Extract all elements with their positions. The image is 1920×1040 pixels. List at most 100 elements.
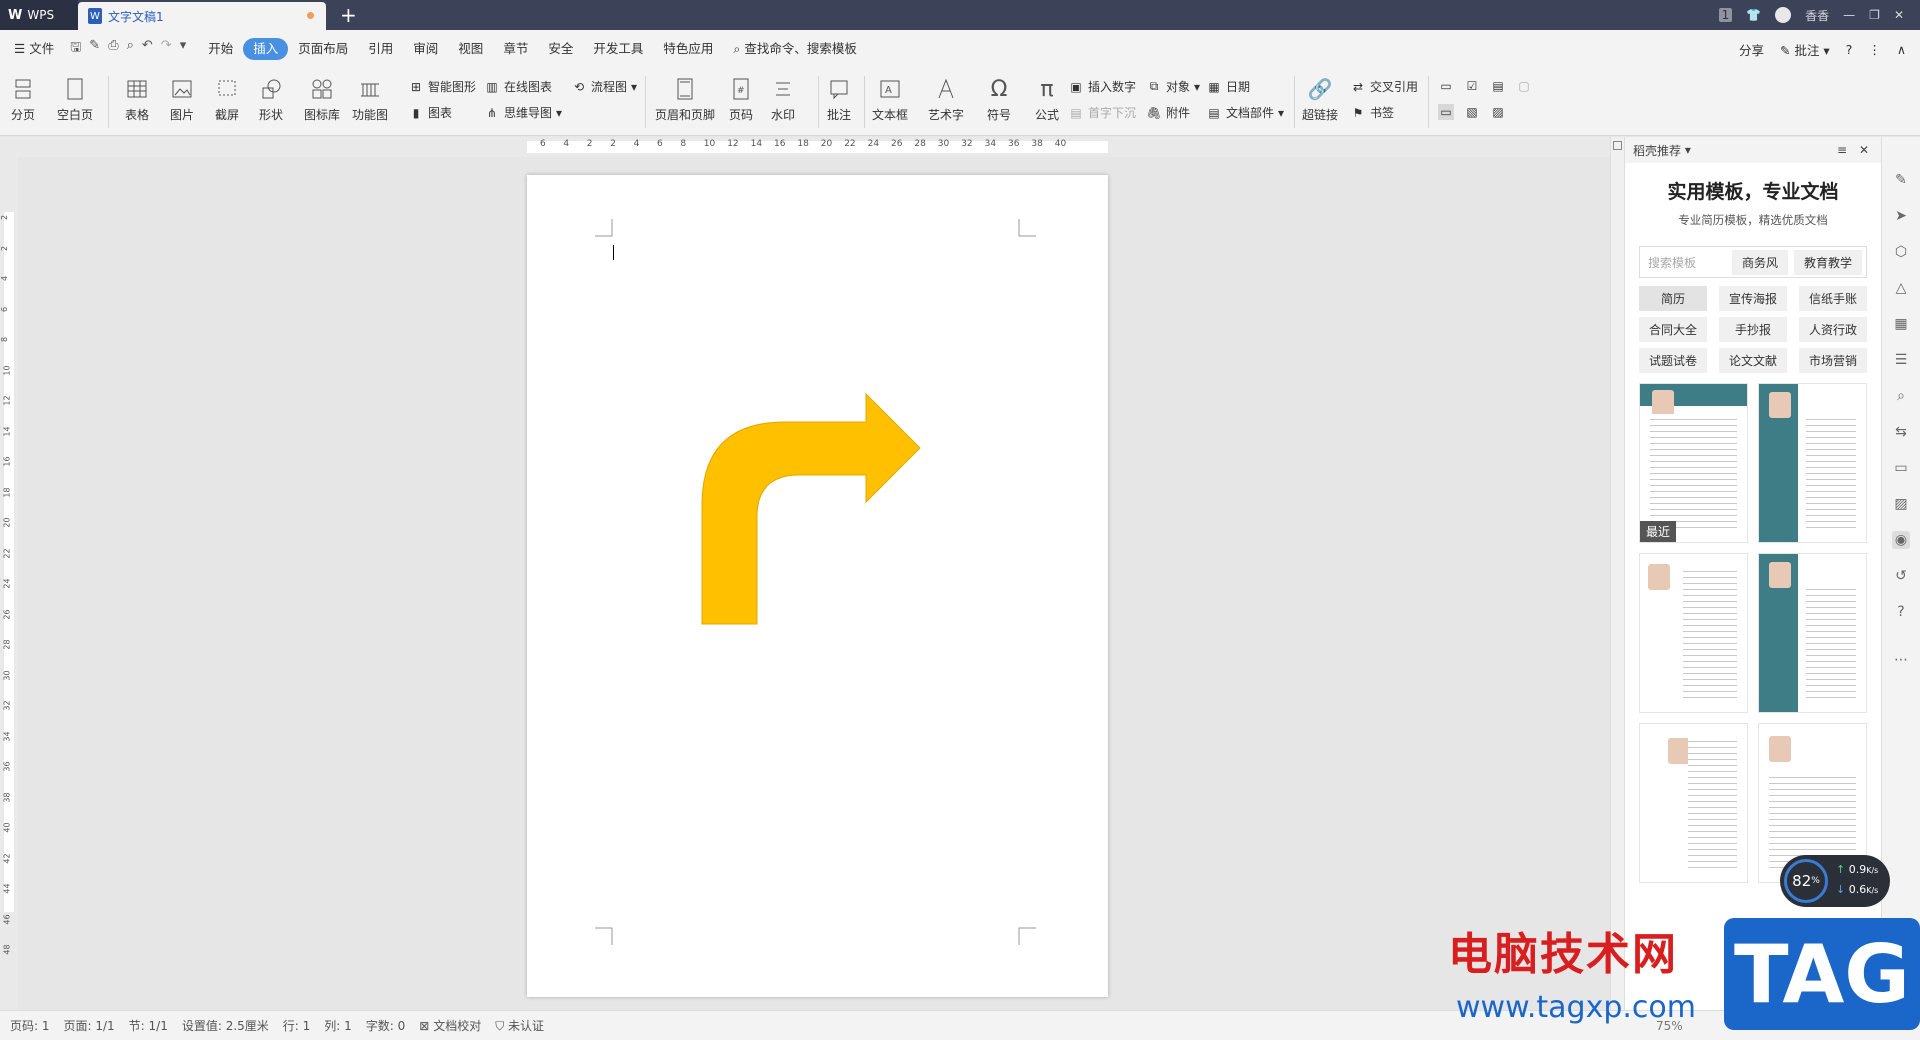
minimize-icon[interactable]: —: [1843, 8, 1855, 22]
picture-button[interactable]: 图片: [169, 76, 195, 123]
layout-d-icon[interactable]: ▭: [1438, 104, 1454, 120]
tab-developer[interactable]: 开发工具: [583, 38, 653, 60]
document-tab[interactable]: W 文字文稿1: [78, 2, 326, 30]
scroll-top-icon[interactable]: [1613, 141, 1622, 150]
flowchart-button[interactable]: ⟲ 流程图 ▾: [571, 78, 637, 95]
share-button[interactable]: 分享: [1739, 40, 1764, 59]
template-thumb[interactable]: [1758, 553, 1867, 713]
chip-letter[interactable]: 信纸手账: [1799, 286, 1867, 311]
template-thumb[interactable]: [1758, 383, 1867, 543]
avatar[interactable]: [1775, 7, 1792, 23]
header-footer-button[interactable]: 页眉和页脚: [655, 76, 715, 123]
pen-icon[interactable]: ✎: [1892, 171, 1910, 189]
page-count-badge[interactable]: 1: [1718, 8, 1733, 22]
textbox-button[interactable]: A 文本框: [872, 76, 908, 123]
function-chart-button[interactable]: 功能图: [352, 76, 388, 123]
skin-icon[interactable]: 👕: [1746, 8, 1761, 22]
format-painter-icon[interactable]: ✎: [89, 38, 100, 60]
print-preview-icon[interactable]: ⌕: [127, 38, 134, 60]
search-tag-business[interactable]: 商务风: [1731, 249, 1788, 275]
template-search-input[interactable]: 搜索模板: [1648, 254, 1726, 271]
network-speed-widget[interactable]: 82% ↑ 0.9K/s ↓ 0.6K/s: [1780, 855, 1890, 907]
hyperlink-button[interactable]: 🔗 超链接: [1302, 76, 1338, 123]
tab-insert[interactable]: 插入: [243, 38, 289, 60]
proofread-button[interactable]: ⊠ 文档校对: [419, 1017, 481, 1034]
watermark-button[interactable]: 水印: [770, 76, 796, 123]
online-chart-button[interactable]: ▥ 在线图表: [484, 78, 552, 95]
layout-f-icon[interactable]: ▨: [1490, 104, 1506, 120]
translate-icon[interactable]: ⇆: [1892, 423, 1910, 441]
shape-button[interactable]: 形状: [258, 76, 284, 123]
image-icon[interactable]: ▨: [1892, 495, 1910, 513]
chip-exam[interactable]: 试题试卷: [1639, 348, 1707, 373]
insert-comment-button[interactable]: 批注: [826, 76, 852, 123]
status-words[interactable]: 字数: 0: [366, 1017, 406, 1034]
panel-close-icon[interactable]: ✕: [1859, 143, 1869, 157]
redo-icon[interactable]: ↷: [161, 38, 172, 60]
template-panel-icon[interactable]: ◉: [1892, 531, 1910, 549]
collapse-ribbon-icon[interactable]: ∧: [1897, 42, 1906, 57]
search-tag-education[interactable]: 教育教学: [1793, 249, 1862, 275]
layout-e-icon[interactable]: ▧: [1464, 104, 1480, 120]
comment-menu[interactable]: ✎ 批注 ▾: [1780, 40, 1830, 59]
tab-review[interactable]: 审阅: [403, 38, 448, 60]
layout-a-icon[interactable]: ▭: [1438, 78, 1454, 94]
panel-menu-icon[interactable]: ≡: [1837, 143, 1847, 157]
chip-contract[interactable]: 合同大全: [1639, 317, 1707, 342]
attachment-button[interactable]: 🖇 附件: [1146, 104, 1190, 121]
auth-status[interactable]: ⛉ 未认证: [495, 1017, 544, 1034]
wordart-button[interactable]: 艺术字: [928, 76, 964, 123]
panel-header-label[interactable]: 稻壳推荐: [1633, 142, 1681, 159]
doc-parts-button[interactable]: ▤ 文档部件 ▾: [1206, 104, 1284, 121]
bookmark-button[interactable]: ⚑ 书签: [1350, 104, 1394, 121]
bent-arrow-path[interactable]: [701, 393, 921, 625]
help-circle-icon[interactable]: ?: [1892, 603, 1910, 621]
tab-view[interactable]: 视图: [448, 38, 493, 60]
pointer-icon[interactable]: ➤: [1892, 207, 1910, 225]
chip-marketing[interactable]: 市场营销: [1799, 348, 1867, 373]
chip-resume[interactable]: 简历: [1639, 286, 1707, 311]
layout-c-icon[interactable]: ▢: [1516, 78, 1532, 94]
insert-number-button[interactable]: ▣ 插入数字: [1068, 78, 1136, 95]
sliders-icon[interactable]: ☰: [1892, 351, 1910, 369]
undo-icon[interactable]: ↶: [142, 38, 153, 60]
chip-thesis[interactable]: 论文文献: [1719, 348, 1787, 373]
document-page[interactable]: [527, 175, 1108, 997]
page-number-button[interactable]: # 页码: [728, 76, 754, 123]
template-thumb[interactable]: [1639, 553, 1748, 713]
template-thumb[interactable]: [1639, 723, 1748, 883]
save-icon[interactable]: 🖫: [70, 38, 81, 60]
chip-hr[interactable]: 人资行政: [1799, 317, 1867, 342]
layout-b-icon[interactable]: ▤: [1490, 78, 1506, 94]
vertical-scrollbar[interactable]: [1610, 137, 1624, 1010]
close-icon[interactable]: ✕: [1894, 8, 1904, 22]
template-thumb[interactable]: 最近: [1639, 383, 1748, 543]
table-button[interactable]: 表格: [124, 76, 150, 123]
tab-security[interactable]: 安全: [538, 38, 583, 60]
tab-special[interactable]: 特色应用: [653, 38, 723, 60]
user-name[interactable]: 香香: [1805, 7, 1829, 24]
template-search[interactable]: 搜索模板 商务风 教育教学: [1639, 246, 1867, 278]
screenshot-button[interactable]: 截屏: [214, 76, 240, 123]
customize-icon[interactable]: ▾: [180, 38, 187, 60]
shapes-icon[interactable]: ⬡: [1892, 243, 1910, 261]
chip-handcopy[interactable]: 手抄报: [1719, 317, 1787, 342]
checkbox-icon[interactable]: ☑: [1464, 78, 1480, 94]
tab-page-layout[interactable]: 页面布局: [288, 38, 358, 60]
cross-ref-button[interactable]: ⇄ 交叉引用: [1350, 78, 1418, 95]
formula-button[interactable]: π 公式: [1034, 76, 1060, 123]
mindmap-button[interactable]: ⋔ 思维导图 ▾: [484, 104, 562, 121]
archive-icon[interactable]: ▭: [1892, 459, 1910, 477]
command-search[interactable]: ⌕ 查找命令、搜索模板: [723, 38, 867, 60]
tab-chapter[interactable]: 章节: [493, 38, 538, 60]
smart-shape-button[interactable]: ⊞ 智能图形: [408, 78, 476, 95]
date-button[interactable]: ▦ 日期: [1206, 78, 1250, 95]
restore-icon[interactable]: ❐: [1869, 8, 1880, 22]
history-icon[interactable]: ↺: [1892, 567, 1910, 585]
bent-arrow-shape[interactable]: [701, 393, 921, 625]
horizontal-ruler[interactable]: 6 4 2 2 4 6 8 10 12 14 16 18 20 22 24 26 28 30 32 34 36 38 40: [0, 137, 1610, 157]
help-icon[interactable]: ?: [1846, 42, 1853, 57]
wps-home-tab[interactable]: W WPS: [0, 0, 78, 30]
dropcap-button[interactable]: ▤ 首字下沉: [1068, 104, 1136, 121]
page-break-button[interactable]: 分页: [10, 76, 36, 123]
